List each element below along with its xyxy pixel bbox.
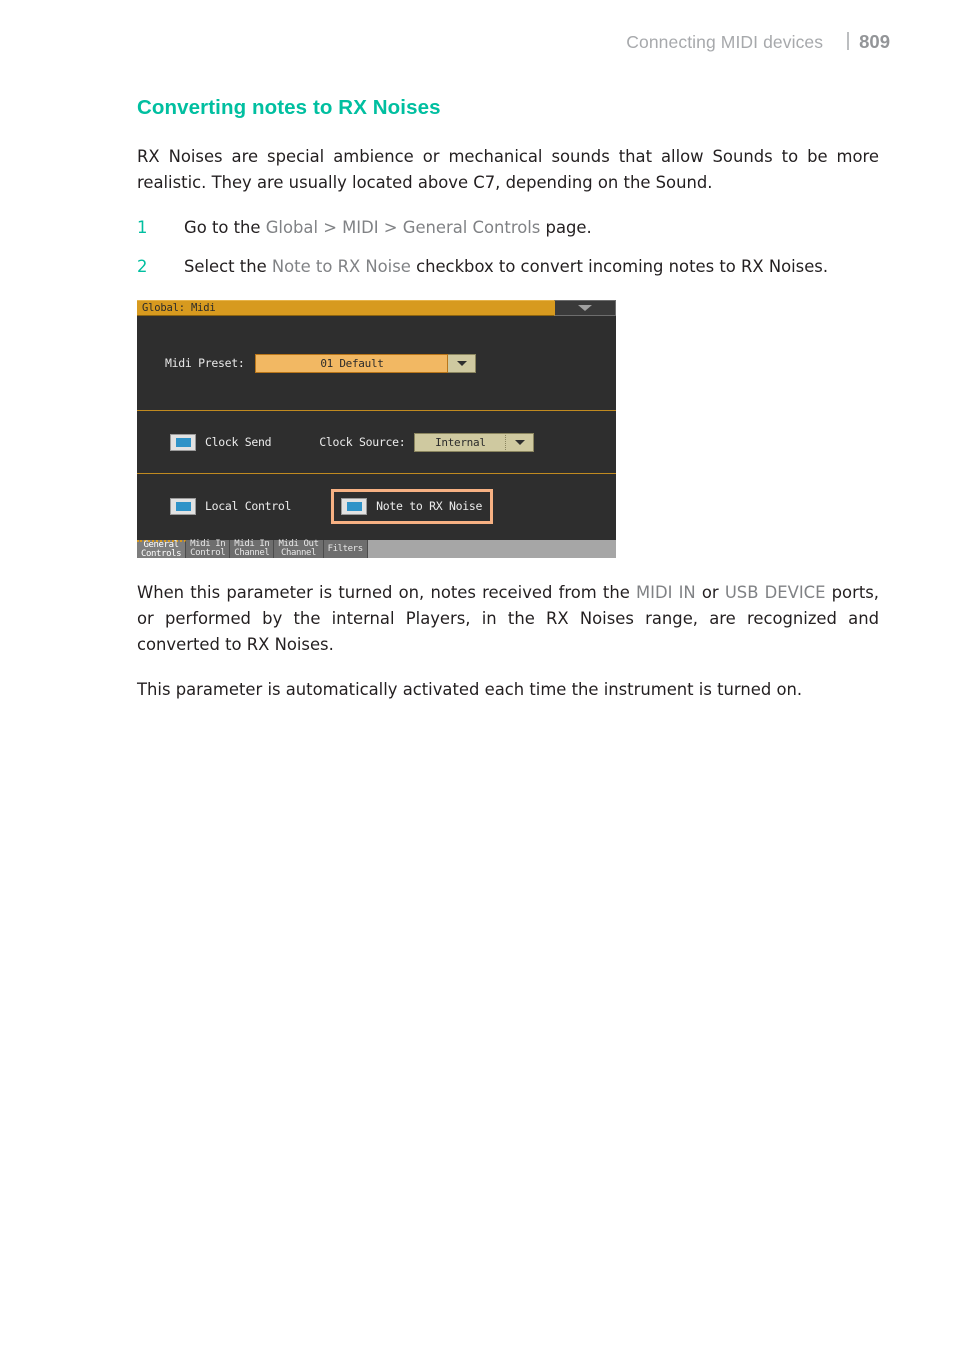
explanation-term-midi-in: MIDI IN bbox=[635, 583, 696, 602]
step-number-1: 1 bbox=[137, 218, 148, 237]
midi-preset-value: 01 Default bbox=[320, 356, 384, 370]
device-titlebar-main: Global: Midi bbox=[137, 300, 554, 316]
page-title: Converting notes to RX Noises bbox=[137, 96, 441, 119]
tab-label-line2: Controls bbox=[141, 549, 182, 559]
page-header: Connecting MIDI devices 809 bbox=[626, 30, 890, 53]
note-to-rx-noise-label: Note to RX Noise bbox=[376, 499, 483, 513]
step-1-ui-path: Global > MIDI > General Controls bbox=[265, 218, 541, 237]
step-2-ui-term: Note to RX Noise bbox=[271, 257, 411, 276]
clock-source-value: Internal bbox=[435, 435, 486, 449]
device-screenshot-figure: Global: Midi Midi Preset: 01 Default Clo… bbox=[137, 300, 616, 558]
step-1-suffix: page. bbox=[540, 218, 592, 237]
step-text-2: Select the Note to RX Noise checkbox to … bbox=[184, 257, 828, 276]
explanation-part2: or bbox=[695, 583, 725, 602]
content-column: Converting notes to RX Noises RX Noises … bbox=[137, 96, 879, 722]
device-tab-bar: General Controls Midi In Control Midi In… bbox=[137, 540, 616, 558]
midi-preset-label: Midi Preset: bbox=[165, 356, 245, 370]
chevron-down-icon bbox=[456, 360, 467, 366]
tab-midi-in-channel[interactable]: Midi In Channel bbox=[230, 540, 275, 558]
tab-bar-filler bbox=[367, 540, 616, 558]
step-2-prefix: Select the bbox=[184, 257, 272, 276]
tab-midi-out-channel[interactable]: Midi Out Channel bbox=[274, 540, 324, 558]
explanation-part1: When this parameter is turned on, notes … bbox=[137, 583, 636, 602]
step-text-1: Go to the Global > MIDI > General Contro… bbox=[184, 218, 592, 237]
chevron-down-icon bbox=[514, 439, 525, 445]
page-number: 809 bbox=[859, 31, 890, 52]
local-control-checkbox[interactable] bbox=[170, 497, 196, 515]
device-titlebar: Global: Midi bbox=[137, 300, 616, 316]
clock-source-field[interactable]: Internal bbox=[414, 432, 507, 452]
local-control-label: Local Control bbox=[205, 499, 292, 513]
clock-source-dropdown-button[interactable] bbox=[506, 432, 535, 452]
clock-source-group: Clock Source: Internal bbox=[319, 432, 535, 452]
chevron-down-icon bbox=[578, 305, 592, 311]
explanation-term-usb-device: USB DEVICE bbox=[724, 583, 826, 602]
step-1-prefix: Go to the bbox=[184, 218, 266, 237]
device-menu-button[interactable] bbox=[554, 300, 616, 316]
local-control-row: Local Control Note to RX Noise bbox=[137, 474, 616, 538]
tab-label-line2: Control bbox=[190, 548, 226, 558]
header-divider bbox=[847, 32, 850, 50]
device-title-text: Global: Midi bbox=[142, 301, 216, 314]
tab-label-line1: Filters bbox=[327, 543, 364, 554]
checkbox-fill bbox=[175, 501, 191, 511]
step-number-2: 2 bbox=[137, 257, 148, 276]
tab-general-controls[interactable]: General Controls bbox=[137, 540, 187, 559]
tab-midi-in-control[interactable]: Midi In Control bbox=[186, 540, 231, 558]
clock-row: Clock Send Clock Source: Internal bbox=[137, 411, 616, 474]
clock-send-checkbox[interactable] bbox=[170, 433, 196, 451]
header-title: Connecting MIDI devices bbox=[626, 32, 824, 52]
clock-send-label: Clock Send bbox=[205, 435, 272, 449]
device-body: Midi Preset: 01 Default Clock Send Clock… bbox=[137, 316, 616, 540]
step-item-2: 2 Select the Note to RX Noise checkbox t… bbox=[137, 254, 879, 280]
intro-paragraph: RX Noises are special ambience or mechan… bbox=[137, 147, 879, 192]
clock-source-label: Clock Source: bbox=[319, 435, 406, 449]
tab-label-line2: Channel bbox=[280, 548, 317, 558]
checkbox-fill bbox=[175, 437, 191, 447]
note-to-rx-noise-checkbox[interactable] bbox=[341, 497, 368, 515]
checkbox-fill bbox=[346, 501, 362, 511]
midi-preset-dropdown-button[interactable] bbox=[448, 353, 477, 373]
note-to-rx-noise-highlight: Note to RX Noise bbox=[331, 488, 494, 524]
tab-label-line2: Channel bbox=[234, 548, 270, 558]
step-2-suffix: checkbox to convert incoming notes to RX… bbox=[410, 257, 829, 276]
step-item-1: 1 Go to the Global > MIDI > General Cont… bbox=[137, 215, 879, 241]
note-paragraph: This parameter is automatically activate… bbox=[137, 680, 803, 699]
midi-preset-field[interactable]: 01 Default bbox=[255, 353, 449, 373]
tab-filters[interactable]: Filters bbox=[323, 540, 368, 558]
explanation-paragraph: When this parameter is turned on, notes … bbox=[137, 580, 879, 658]
midi-preset-row: Midi Preset: 01 Default bbox=[137, 316, 616, 411]
